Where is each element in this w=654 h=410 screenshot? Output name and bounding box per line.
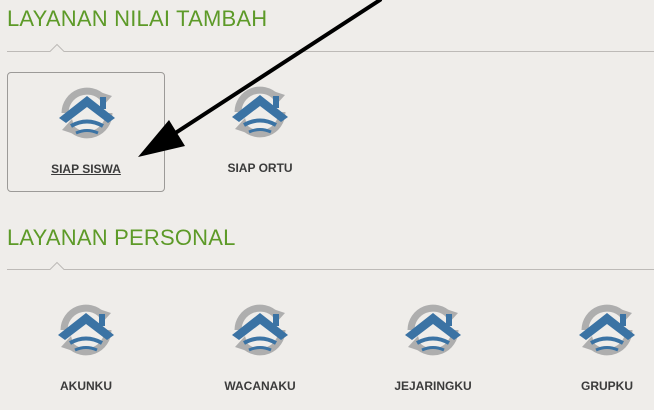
tile-akunku[interactable]: AKUNKU: [7, 290, 165, 410]
section-divider: [7, 43, 654, 52]
home-sync-icon: [56, 300, 116, 360]
home-sync-icon: [230, 300, 290, 360]
home-sync-icon: [57, 83, 117, 143]
tile-jejaringku[interactable]: JEJARINGKU: [354, 290, 512, 410]
section-title-nilai-tambah: LAYANAN NILAI TAMBAH: [7, 6, 268, 31]
home-sync-icon: [577, 300, 637, 360]
home-sync-icon: [230, 82, 290, 142]
tile-label: GRUPKU: [580, 379, 633, 393]
tile-wacanaku[interactable]: WACANAKU: [181, 290, 339, 410]
tile-label: SIAP SISWA: [51, 162, 121, 176]
tile-siap-ortu[interactable]: SIAP ORTU: [181, 72, 339, 192]
section-title-personal: LAYANAN PERSONAL: [7, 225, 236, 250]
tile-grupku[interactable]: GRUPKU: [528, 290, 654, 410]
tile-label: JEJARINGKU: [394, 379, 472, 393]
tile-label: SIAP ORTU: [227, 161, 293, 175]
home-sync-icon: [403, 300, 463, 360]
section-divider: [7, 261, 654, 270]
tile-siap-siswa[interactable]: SIAP SISWA: [7, 72, 165, 192]
tile-label: WACANAKU: [224, 379, 296, 393]
tile-label: AKUNKU: [60, 379, 112, 393]
